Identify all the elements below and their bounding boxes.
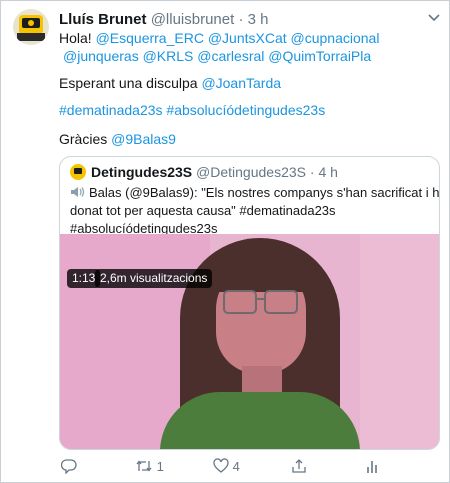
- quoted-time: 4 h: [318, 164, 338, 180]
- author-avatar[interactable]: [13, 9, 49, 45]
- speaker-icon: [71, 187, 85, 197]
- retweet-count: 1: [156, 459, 164, 474]
- tweet-time[interactable]: 3 h: [248, 11, 269, 28]
- tweet-text-line-1: Hola! @Esquerra_ERC @JuntsXCat @cupnacio…: [59, 29, 379, 47]
- hashtag-links[interactable]: #dematinada23s #absolucíódetingudes23s: [59, 102, 325, 118]
- separator: ·: [309, 164, 315, 180]
- tweet-card: Lluís Brunet @lluisbrunet · 3 h Hola! @E…: [0, 0, 450, 483]
- tweet-hashtags: #dematinada23s #absolucíódetingudes23s: [59, 101, 325, 119]
- heart-icon: [213, 458, 229, 473]
- analytics-button[interactable]: [365, 458, 379, 476]
- mention-links[interactable]: @Esquerra_ERC @JuntsXCat @cupnacional: [96, 30, 380, 46]
- apology-text: Esperant una disculpa: [59, 75, 202, 91]
- reply-icon: [60, 459, 77, 475]
- chevron-down-icon[interactable]: [427, 13, 441, 23]
- action-bar: 1 4: [1, 458, 450, 476]
- tweet-text-thanks: Gràcies @9Balas9: [59, 130, 176, 148]
- tweet-header: Lluís Brunet @lluisbrunet · 3 h: [59, 11, 269, 28]
- share-button[interactable]: [291, 458, 307, 476]
- share-icon: [292, 459, 306, 473]
- author-handle[interactable]: @lluisbrunet: [151, 11, 235, 28]
- like-count: 4: [232, 459, 240, 474]
- video-player[interactable]: [60, 234, 439, 449]
- reply-button[interactable]: [60, 458, 77, 476]
- separator: ·: [238, 11, 244, 28]
- mention-link[interactable]: @JoanTarda: [201, 75, 281, 91]
- quoted-text-line-1: Balas (@9Balas9): "Els nostres companys …: [70, 184, 440, 202]
- quoted-tweet[interactable]: Detingudes23S @Detingudes23S · 4 h Balas…: [59, 156, 440, 450]
- thanks-text: Gràcies: [59, 131, 112, 147]
- analytics-icon: [367, 461, 377, 473]
- quoted-author-handle: @Detingudes23S: [196, 164, 306, 180]
- quoted-text-line-2: donat tot per aquesta causa" #dematinada…: [70, 203, 336, 218]
- retweet-icon: [136, 460, 152, 472]
- retweet-button[interactable]: 1: [135, 458, 164, 476]
- quoted-author-avatar: [70, 164, 86, 180]
- like-button[interactable]: 4: [213, 458, 240, 476]
- quoted-author-name: Detingudes23S: [91, 164, 193, 180]
- video-views: 2,6m visualitzacions: [95, 269, 213, 288]
- author-name[interactable]: Lluís Brunet: [59, 11, 147, 28]
- quoted-text: Balas (@9Balas9): "Els nostres companys …: [89, 185, 440, 200]
- tweet-text-line-2: @junqueras @KRLS @carlesral @QuimTorraiP…: [63, 47, 371, 65]
- tweet-text-line-3: Esperant una disculpa @JoanTarda: [59, 74, 281, 92]
- greeting: Hola!: [59, 30, 96, 46]
- quoted-header: Detingudes23S @Detingudes23S · 4 h: [91, 164, 338, 180]
- mention-links[interactable]: @junqueras @KRLS @carlesral @QuimTorraiP…: [63, 48, 371, 64]
- mention-link[interactable]: @9Balas9: [111, 131, 176, 147]
